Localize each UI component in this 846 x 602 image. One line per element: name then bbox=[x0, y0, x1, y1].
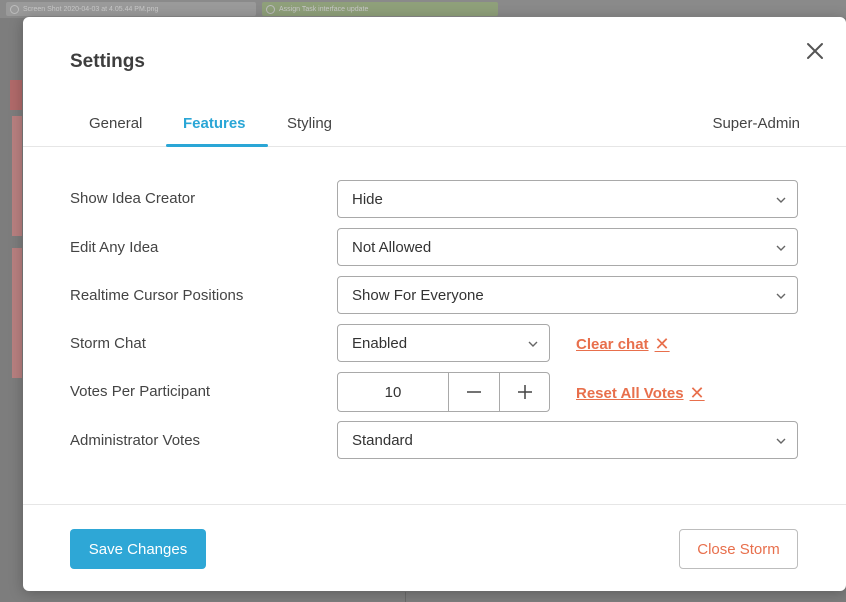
background-sidebar bbox=[0, 80, 22, 380]
background-divider bbox=[405, 592, 406, 602]
background-block bbox=[12, 248, 22, 378]
realtime-cursor-label: Realtime Cursor Positions bbox=[70, 287, 244, 304]
active-tab-indicator bbox=[166, 144, 268, 147]
modal-title: Settings bbox=[70, 51, 145, 72]
settings-tabs: General Features Styling Super-Admin bbox=[23, 107, 846, 147]
save-changes-button[interactable]: Save Changes bbox=[70, 529, 206, 569]
votes-per-participant-label: Votes Per Participant bbox=[70, 383, 211, 400]
storm-chat-select[interactable]: Enabled bbox=[337, 324, 550, 362]
chevron-down-icon bbox=[776, 197, 786, 203]
edit-any-idea-select[interactable]: Not Allowed bbox=[337, 228, 798, 266]
select-value: Hide bbox=[352, 191, 383, 208]
administrator-votes-label: Administrator Votes bbox=[70, 432, 201, 449]
reset-all-votes-link[interactable]: Reset All Votes ✕ bbox=[576, 383, 705, 404]
background-tab-label: Assign Task interface update bbox=[279, 5, 369, 13]
show-idea-creator-select[interactable]: Hide bbox=[337, 180, 798, 218]
select-value: Enabled bbox=[352, 335, 408, 352]
check-icon bbox=[266, 4, 275, 14]
chevron-down-icon bbox=[776, 438, 786, 444]
close-storm-button[interactable]: Close Storm bbox=[679, 529, 798, 569]
increment-button[interactable] bbox=[499, 373, 550, 411]
chevron-down-icon bbox=[528, 341, 538, 347]
check-icon bbox=[10, 4, 19, 14]
votes-per-participant-stepper: 10 bbox=[337, 372, 550, 412]
edit-any-idea-label: Edit Any Idea bbox=[70, 239, 159, 256]
tab-features[interactable]: Features bbox=[183, 115, 246, 142]
settings-modal: Settings General Features Styling Super-… bbox=[23, 17, 846, 591]
close-icon: ✕ bbox=[654, 334, 670, 354]
minus-icon bbox=[467, 391, 481, 393]
clear-chat-link[interactable]: Clear chat ✕ bbox=[576, 334, 670, 355]
background-tab-label: Screen Shot 2020-04-03 at 4.05.44 PM.png bbox=[23, 5, 159, 13]
reset-all-votes-label: Reset All Votes bbox=[576, 385, 684, 402]
background-block bbox=[10, 80, 22, 110]
close-icon[interactable] bbox=[803, 39, 827, 63]
background-block bbox=[12, 116, 22, 236]
tab-styling[interactable]: Styling bbox=[287, 115, 332, 142]
storm-chat-label: Storm Chat bbox=[70, 335, 146, 352]
plus-icon bbox=[518, 385, 532, 399]
votes-count-input[interactable]: 10 bbox=[338, 373, 448, 411]
administrator-votes-select[interactable]: Standard bbox=[337, 421, 798, 459]
chevron-down-icon bbox=[776, 245, 786, 251]
realtime-cursor-select[interactable]: Show For Everyone bbox=[337, 276, 798, 314]
decrement-button[interactable] bbox=[448, 373, 499, 411]
background-toolbar: Screen Shot 2020-04-03 at 4.05.44 PM.png… bbox=[0, 0, 846, 18]
background-task-tab: Assign Task interface update bbox=[262, 2, 498, 16]
tab-general[interactable]: General bbox=[89, 115, 142, 142]
close-icon: ✕ bbox=[689, 383, 705, 403]
footer-divider bbox=[23, 504, 846, 505]
select-value: Standard bbox=[352, 432, 413, 449]
tab-super-admin[interactable]: Super-Admin bbox=[712, 115, 800, 142]
background-file-tab: Screen Shot 2020-04-03 at 4.05.44 PM.png bbox=[6, 2, 256, 16]
select-value: Not Allowed bbox=[352, 239, 432, 256]
select-value: Show For Everyone bbox=[352, 287, 484, 304]
chevron-down-icon bbox=[776, 293, 786, 299]
show-idea-creator-label: Show Idea Creator bbox=[70, 190, 196, 207]
clear-chat-label: Clear chat bbox=[576, 336, 649, 353]
